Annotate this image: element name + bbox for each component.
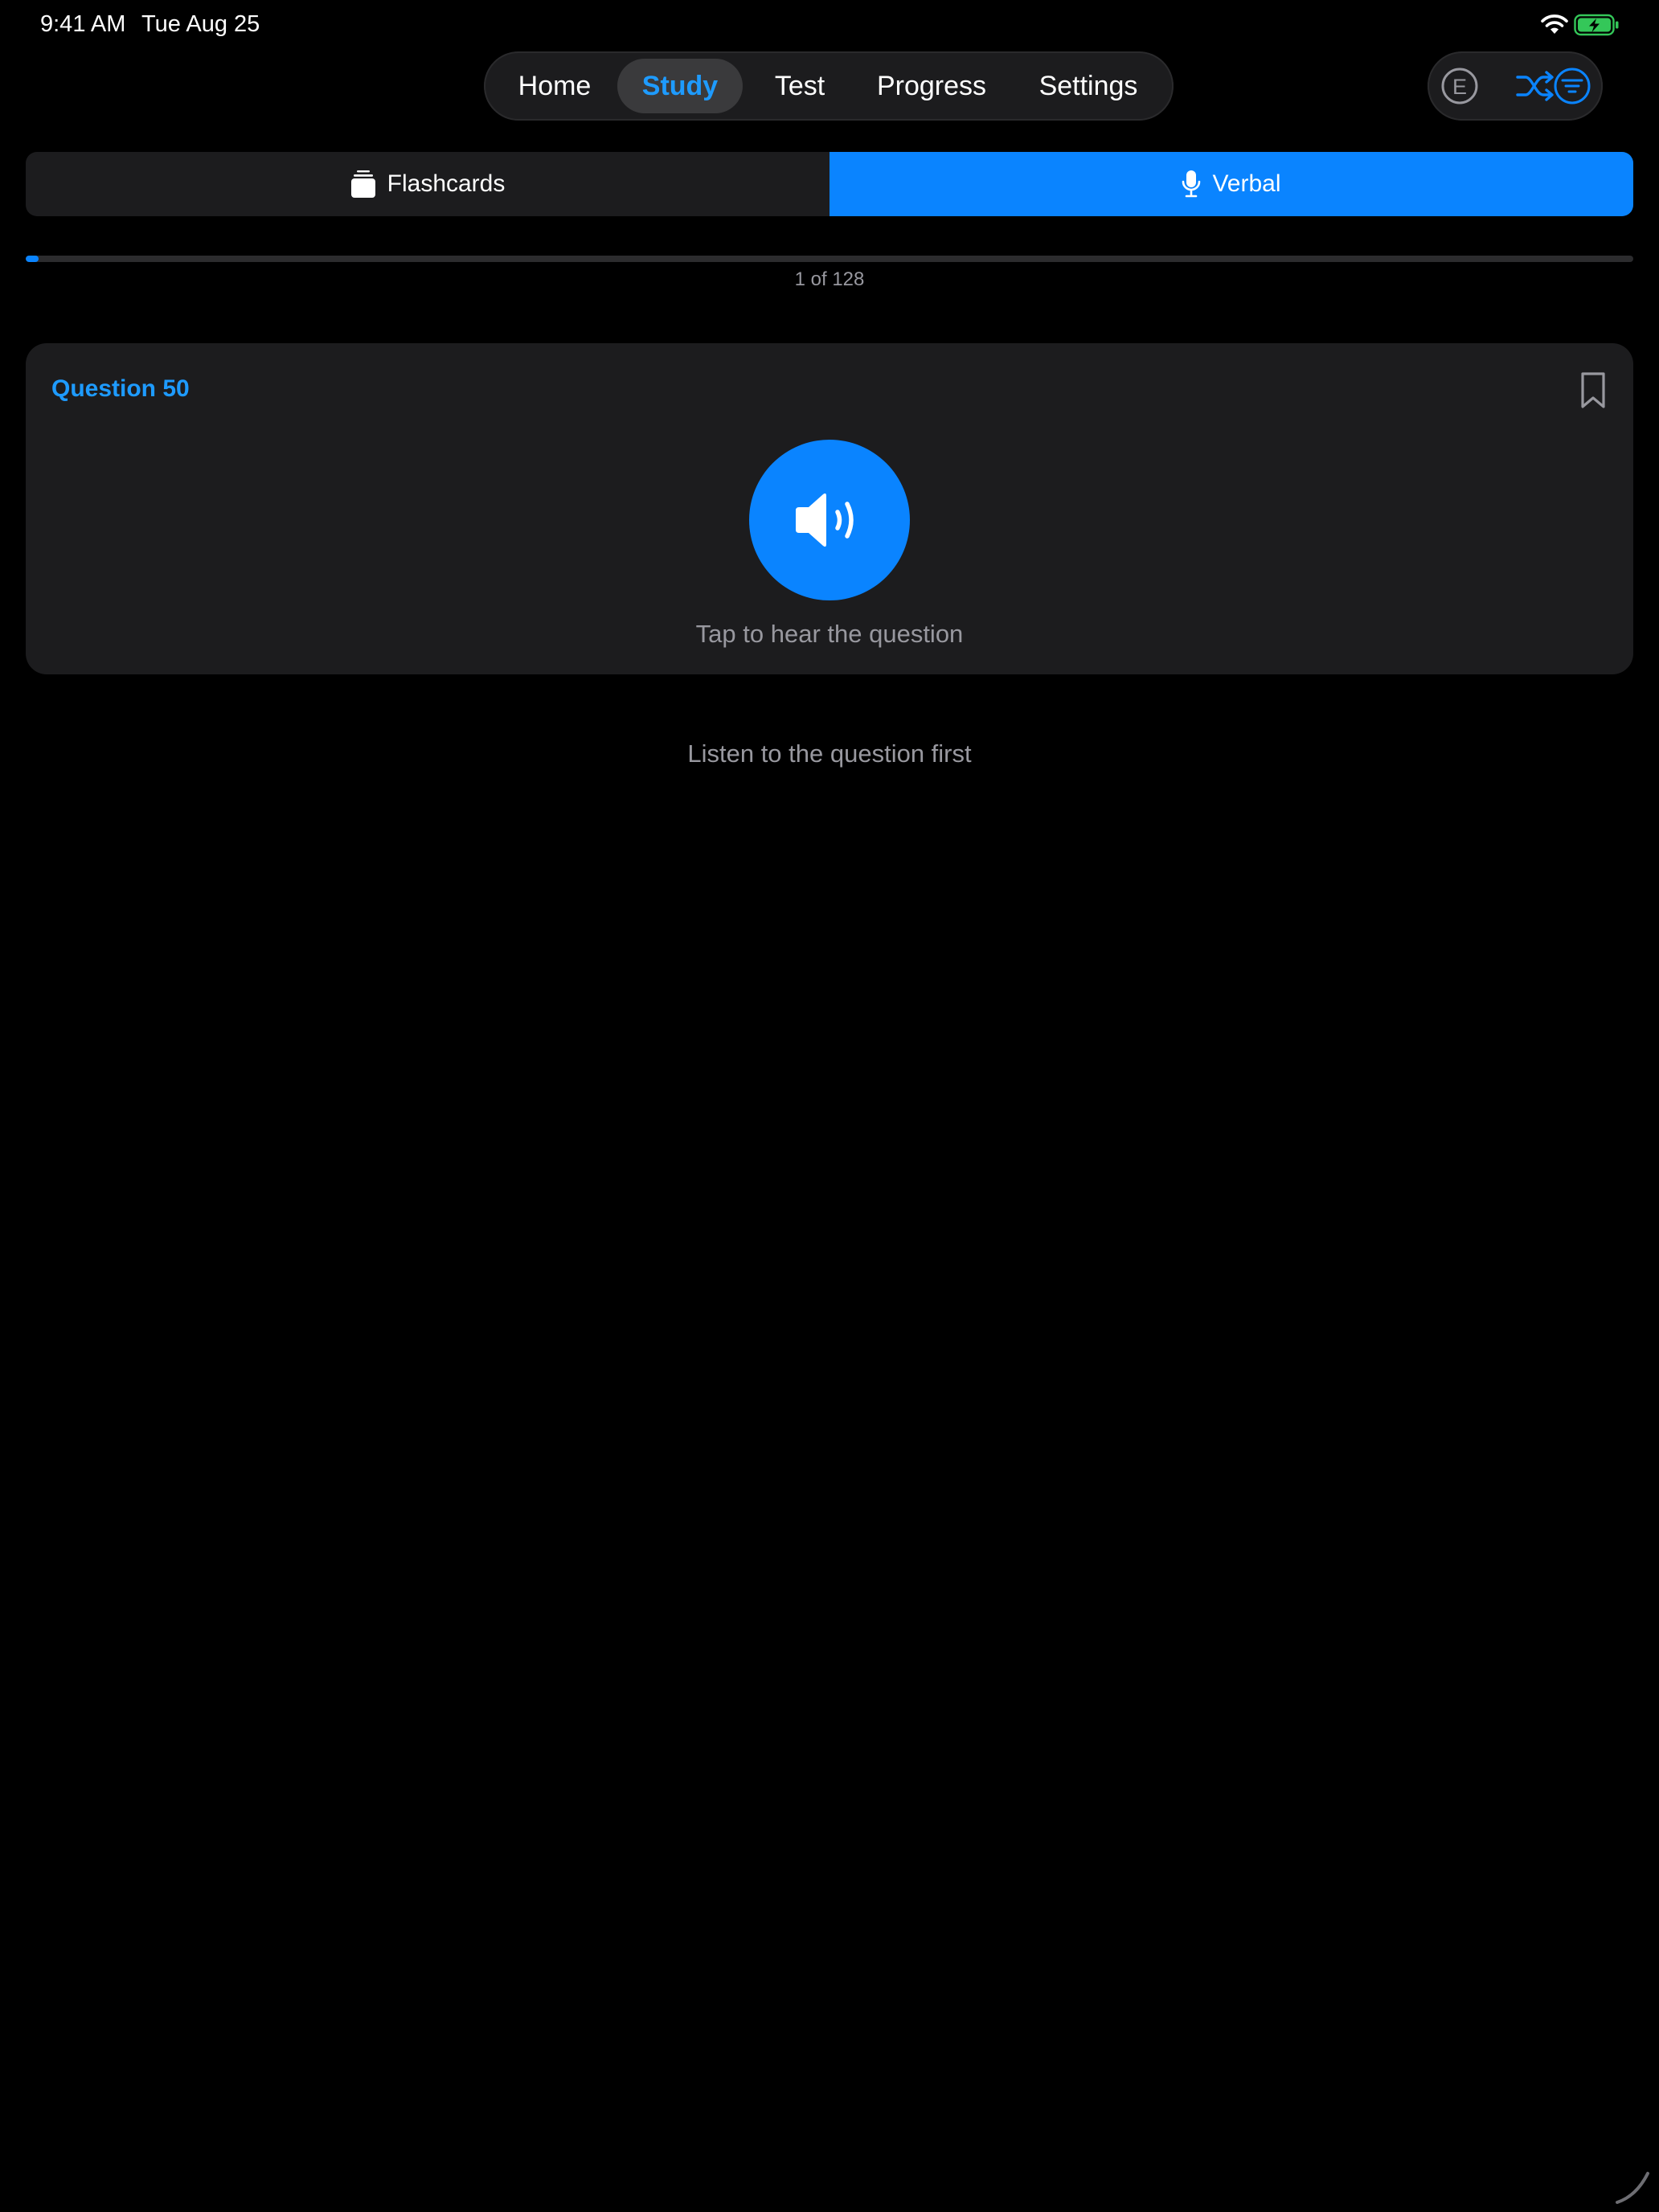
progress-bar — [26, 256, 1633, 262]
battery-charging-icon — [1574, 14, 1619, 36]
bookmark-icon — [1581, 372, 1605, 408]
mode-flashcards-label: Flashcards — [387, 170, 506, 197]
mode-selector: Flashcards Verbal — [26, 152, 1633, 216]
play-question-button[interactable] — [749, 440, 910, 600]
tab-settings[interactable]: Settings — [1014, 59, 1162, 113]
e-circle-letter: E — [1452, 75, 1467, 99]
mode-verbal[interactable]: Verbal — [830, 152, 1633, 216]
bookmark-button[interactable] — [1575, 371, 1611, 411]
resize-handle-icon[interactable] — [1612, 2165, 1653, 2206]
filter-icon — [1554, 68, 1591, 104]
wifi-icon — [1541, 14, 1568, 34]
progress-fill — [26, 256, 39, 262]
tab-test[interactable]: Test — [751, 59, 849, 113]
main-navigation: Home Study Test Progress Settings — [484, 51, 1174, 121]
mode-verbal-label: Verbal — [1212, 170, 1281, 197]
e-circle-button[interactable]: E — [1439, 65, 1481, 107]
mode-flashcards[interactable]: Flashcards — [26, 152, 830, 216]
tab-progress[interactable]: Progress — [857, 59, 1006, 113]
e-circle-icon: E — [1441, 68, 1478, 104]
shuffle-icon — [1516, 71, 1554, 101]
tab-home[interactable]: Home — [500, 59, 609, 113]
filter-button[interactable] — [1551, 65, 1593, 107]
question-title: Question 50 — [51, 375, 190, 402]
progress-text: 1 of 128 — [794, 268, 865, 290]
shuffle-button[interactable] — [1514, 65, 1556, 107]
toolbar: E — [1428, 51, 1603, 121]
play-caption: Tap to hear the question — [695, 620, 964, 648]
tab-study[interactable]: Study — [617, 59, 743, 113]
cards-stack-icon — [350, 170, 375, 198]
status-date: Tue Aug 25 — [141, 11, 260, 37]
question-card: Question 50 Tap to hear the question — [26, 343, 1633, 674]
microphone-icon — [1182, 170, 1201, 198]
speaker-icon — [796, 493, 854, 547]
hint-text: Listen to the question first — [687, 739, 972, 768]
status-bar: 9:41 AM Tue Aug 25 — [0, 0, 1659, 51]
status-time: 9:41 AM — [40, 11, 126, 37]
